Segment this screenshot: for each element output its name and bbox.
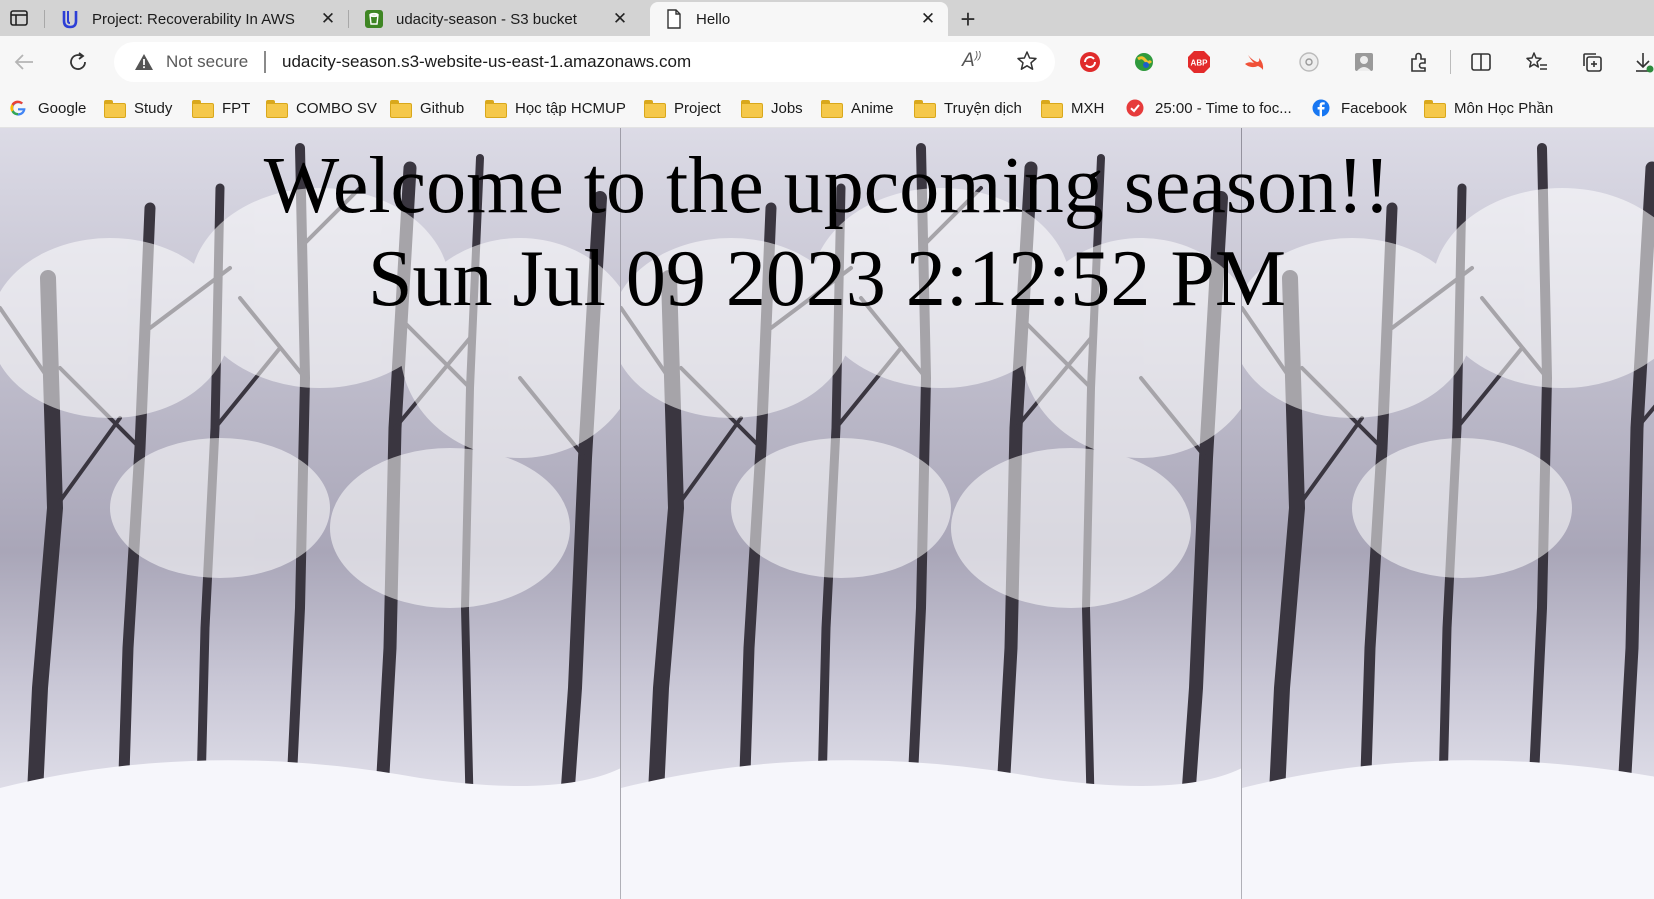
collections-icon[interactable] — [1579, 49, 1605, 75]
profile-icon[interactable] — [1351, 49, 1377, 75]
google-icon — [8, 99, 28, 117]
bookmark-label: Google — [38, 99, 87, 117]
bookmark-label: Truyện dịch — [944, 99, 1022, 117]
bookmark-time-to-focus[interactable]: 25:00 - Time to foc... — [1125, 96, 1292, 120]
svg-text:ABP: ABP — [1191, 59, 1209, 68]
folder-icon — [104, 99, 126, 118]
bookmark-label: Github — [420, 99, 465, 117]
folder-icon — [485, 99, 507, 118]
address-bar[interactable]: Not secure udacity-season.s3-website-us-… — [114, 42, 1055, 82]
folder-icon — [266, 99, 288, 118]
folder-icon — [821, 99, 843, 118]
downloads-icon[interactable] — [1630, 49, 1654, 75]
sync-icon[interactable] — [1077, 49, 1103, 75]
tab-actions-icon[interactable] — [6, 5, 32, 31]
new-tab-button[interactable]: + — [954, 4, 982, 34]
bookmark-label: MXH — [1071, 99, 1105, 117]
bookmark-label: Học tập HCMUP — [515, 99, 626, 117]
bookmark-folder-mon-hoc-phan[interactable]: Môn Học Phần — [1424, 96, 1553, 120]
bookmark-folder-jobs[interactable]: Jobs — [741, 96, 803, 120]
address-separator — [264, 51, 266, 73]
tab-separator — [348, 10, 349, 28]
bookmark-google[interactable]: Google — [8, 96, 86, 120]
tab-separator — [44, 10, 45, 28]
facebook-icon — [1311, 99, 1331, 117]
folder-icon — [390, 99, 412, 118]
bookmark-label: Study — [134, 99, 173, 117]
bookmark-label: 25:00 - Time to foc... — [1155, 99, 1292, 117]
folder-icon — [914, 99, 936, 118]
bookmark-folder-study[interactable]: Study — [104, 96, 172, 120]
bookmark-folder-github[interactable]: Github — [390, 96, 464, 120]
globe-icon[interactable] — [1131, 49, 1157, 75]
bookmark-folder-project[interactable]: Project — [644, 96, 721, 120]
bookmark-folder-combo-sv[interactable]: COMBO SV — [266, 96, 377, 120]
tab-project-recoverability[interactable]: Project: Recoverability In AWS ✕ — [46, 2, 348, 36]
url-text[interactable]: udacity-season.s3-website-us-east-1.amaz… — [282, 52, 691, 72]
aws-s3-icon — [364, 9, 384, 29]
bookmark-label: Jobs — [771, 99, 803, 117]
bookmark-folder-truyen-dich[interactable]: Truyện dịch — [914, 96, 1022, 120]
adblock-icon[interactable]: ABP — [1186, 49, 1212, 75]
bookmarks-bar: Google Study FPT COMBO SV Github Học tập… — [0, 88, 1654, 128]
browser-toolbar: Not secure udacity-season.s3-website-us-… — [0, 36, 1654, 88]
timer-icon[interactable] — [1296, 49, 1322, 75]
read-aloud-icon[interactable]: A)) — [962, 50, 981, 72]
close-icon[interactable]: ✕ — [608, 7, 632, 31]
bookmark-label: FPT — [222, 99, 251, 117]
refresh-button[interactable] — [64, 48, 92, 76]
tab-strip: Project: Recoverability In AWS ✕ udacity… — [0, 0, 1654, 36]
extensions-icon[interactable] — [1406, 49, 1432, 75]
bookmark-label: Project — [674, 99, 721, 117]
bookmark-label: COMBO SV — [296, 99, 377, 117]
page-heading: Welcome to the upcoming season!! — [263, 142, 1391, 230]
folder-icon — [1041, 99, 1063, 118]
bookmark-label: Facebook — [1341, 99, 1407, 117]
back-button[interactable] — [10, 48, 38, 76]
folder-icon — [1424, 99, 1446, 118]
bookmark-folder-mxh[interactable]: MXH — [1041, 96, 1104, 120]
swift-icon[interactable] — [1241, 49, 1267, 75]
bookmark-label: Môn Học Phần — [1454, 99, 1554, 117]
close-icon[interactable]: ✕ — [316, 7, 340, 31]
tab-hello[interactable]: Hello ✕ — [650, 2, 948, 36]
toolbar-divider — [1450, 50, 1451, 74]
close-icon[interactable]: ✕ — [916, 7, 940, 31]
security-label[interactable]: Not secure — [166, 52, 248, 72]
page-icon — [664, 9, 684, 29]
tab-title: Project: Recoverability In AWS — [92, 10, 295, 28]
folder-icon — [741, 99, 763, 118]
bookmark-folder-anime[interactable]: Anime — [821, 96, 894, 120]
star-icon[interactable] — [1014, 48, 1040, 74]
tab-title: Hello — [696, 10, 731, 28]
checkmark-icon — [1125, 99, 1145, 117]
bookmark-folder-hoc-tap[interactable]: Học tập HCMUP — [485, 96, 626, 120]
bookmark-facebook[interactable]: Facebook — [1311, 96, 1407, 120]
split-screen-icon[interactable] — [1468, 49, 1494, 75]
udacity-icon — [60, 9, 80, 29]
tab-s3-bucket[interactable]: udacity-season - S3 bucket ✕ — [350, 2, 640, 36]
folder-icon — [192, 99, 214, 118]
tab-title: udacity-season - S3 bucket — [396, 10, 577, 28]
page-datetime: Sun Jul 09 2023 2:12:52 PM — [368, 235, 1286, 323]
folder-icon — [644, 99, 666, 118]
bookmark-label: Anime — [851, 99, 894, 117]
warning-icon[interactable] — [134, 52, 154, 72]
favorites-icon[interactable] — [1524, 49, 1550, 75]
bookmark-folder-fpt[interactable]: FPT — [192, 96, 250, 120]
